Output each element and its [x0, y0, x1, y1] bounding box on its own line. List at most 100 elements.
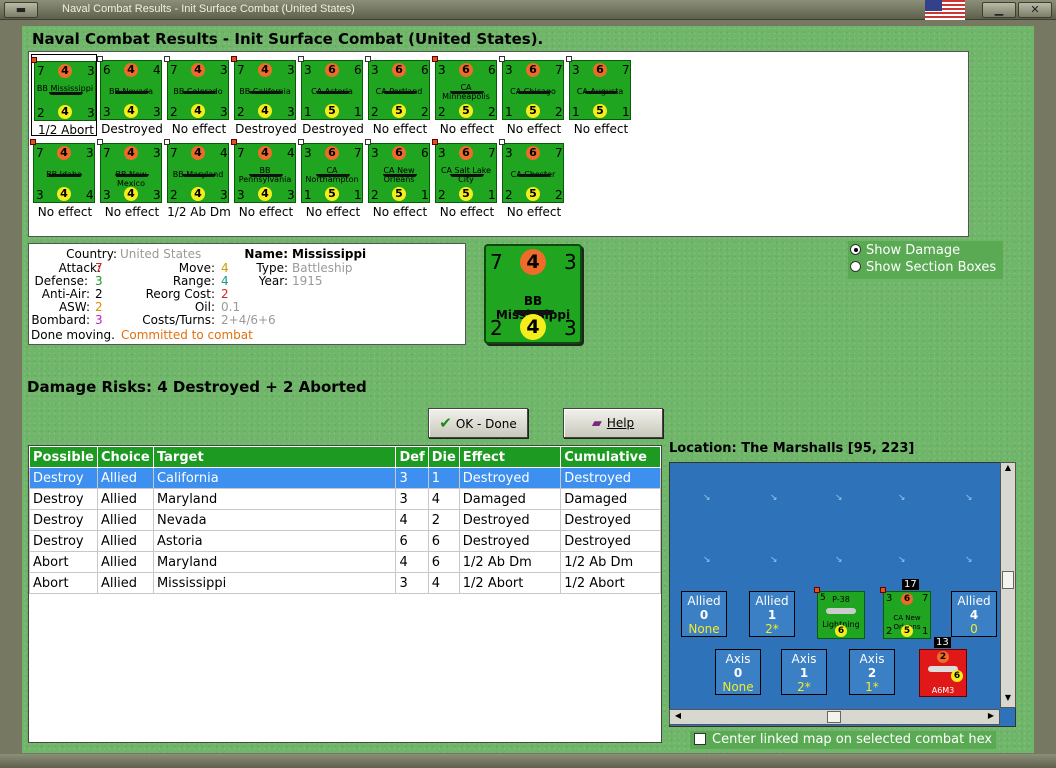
costs-value: 2+4/6+6 — [221, 313, 276, 327]
p38-counter[interactable]: 5P-38Lightning6 — [814, 587, 865, 639]
unit-counter[interactable]: 366CA Astoria151 — [298, 56, 363, 120]
unit-cell[interactable]: 366CA Portland252No effect — [365, 54, 434, 136]
axis-group[interactable]: Axis 0 None — [715, 649, 761, 695]
ca-stack-counter[interactable]: 37216CA New Orleans5 — [880, 587, 931, 639]
map-vertical-scrollbar[interactable]: ▲ ▼ — [1000, 462, 1016, 708]
counter-asw: 2 — [555, 105, 563, 119]
counter-move: 5 — [593, 104, 607, 118]
minimize-button[interactable]: ▁ — [982, 2, 1016, 18]
scroll-thumb[interactable] — [1002, 571, 1014, 589]
column-header[interactable]: Target — [152, 446, 397, 468]
table-row[interactable]: Destroy Allied Astoria 6 6 Destroyed Destroyed — [29, 530, 661, 552]
unit-counter[interactable]: 744BB Maryland243 — [164, 139, 229, 203]
table-cell: Destroy — [29, 467, 98, 489]
unit-cell[interactable]: 744BB Maryland2431/2 Ab Dm — [164, 137, 233, 219]
counter-defense: 4 — [520, 249, 546, 275]
group-status: None — [688, 622, 720, 636]
scroll-right-icon[interactable]: ▶ — [985, 711, 997, 723]
allied-group[interactable]: Allied 4 0 — [951, 591, 997, 637]
counter-move: 5 — [526, 104, 540, 118]
unit-cell[interactable]: 3 6 7 CA Northampton 1 5 1 No effect — [298, 137, 367, 219]
close-button[interactable]: ✕ — [1018, 2, 1052, 18]
unit-cell[interactable]: 367CA Augusta151 No effect — [566, 54, 635, 136]
counter-range: 7 — [354, 146, 362, 160]
radio-selected-icon[interactable] — [850, 244, 861, 255]
unit-cell[interactable]: 644BB Nevada343Destroyed — [97, 54, 166, 136]
allied-group[interactable]: Allied 1 2* — [749, 591, 795, 637]
table-cell: 2 — [427, 509, 460, 531]
unit-cell[interactable]: 743BB Colorado243No effect — [164, 54, 233, 136]
table-row[interactable]: Destroy Allied Maryland 3 4 Damaged Damaged — [29, 488, 661, 510]
table-cell: Allied — [96, 509, 154, 531]
unit-counter[interactable]: 7 4 4 BB Pennsylvania 3 4 3 — [231, 139, 296, 203]
scroll-down-icon[interactable]: ▼ — [1002, 693, 1014, 705]
scroll-h-thumb[interactable] — [827, 711, 841, 723]
center-map-label: Center linked map on selected combat hex — [712, 732, 993, 747]
map-horizontal-scrollbar[interactable]: ◀ ▶ — [669, 709, 1000, 725]
axis-group[interactable]: Axis 1 2* — [781, 649, 827, 695]
unit-counter[interactable]: 367CA Chester252 — [499, 139, 564, 203]
counter-asw: 1 — [354, 105, 362, 119]
table-cell: 4 — [395, 509, 429, 531]
counter-attack: 3 — [304, 63, 312, 77]
unit-cell[interactable]: 3 6 7 CA Salt Lake City 2 5 1 No effect — [432, 137, 501, 219]
country-value: United States — [120, 247, 202, 261]
table-cell: 1/2 Ab Dm — [560, 551, 661, 573]
counter-aa: 2 — [490, 316, 503, 340]
unit-counter[interactable]: 743BB California243 — [231, 56, 296, 120]
unit-cell[interactable]: 743BB California243Destroyed — [231, 54, 300, 136]
unit-counter[interactable]: 3 6 7 CA Salt Lake City 2 5 1 — [432, 139, 497, 203]
window-menu-button[interactable]: ▬ — [4, 2, 38, 18]
allied-group[interactable]: Allied 0 None — [681, 591, 727, 637]
unit-cell[interactable]: 367CA Chester252No effect — [499, 137, 568, 219]
table-row[interactable]: Destroy Allied California 3 1 Destroyed Destro… — [29, 467, 661, 489]
unit-cell[interactable]: 366CA Astoria151Destroyed — [298, 54, 367, 136]
unit-cell[interactable]: 743BB New Mexico343No effect — [97, 137, 166, 219]
scroll-left-icon[interactable]: ◀ — [672, 711, 684, 723]
unit-cell[interactable]: 3 6 6 CA Minneapolis 2 5 2 No effect — [432, 54, 501, 136]
table-row[interactable]: Destroy Allied Nevada 4 2 Destroyed Destroyed — [29, 509, 661, 531]
unit-result: 1/2 Abort — [38, 123, 94, 137]
unit-counter[interactable]: 7 4 3 BB Mississippi 2 4 3 — [31, 57, 96, 121]
wind-arrow-icon: ↘ — [898, 555, 906, 565]
combat-map[interactable]: ↘ ↘ ↘ ↘ ↘ ↘ ↘ ↘ ↘ ↘ Allied 0 None Allied 1 2* Allied 4 0 Ax… — [669, 462, 1016, 727]
unit-counter[interactable]: 3 6 6 CA New Orleans 2 5 1 — [365, 139, 430, 203]
show-damage-option[interactable]: Show Damage — [850, 243, 960, 259]
column-header[interactable]: Effect — [458, 446, 562, 468]
unit-cell[interactable]: 7 4 3 BB Mississippi 2 4 3 1/2 Abort — [31, 54, 97, 137]
show-section-boxes-option[interactable]: Show Section Boxes — [850, 260, 996, 276]
group-count: 2 — [867, 666, 877, 680]
radio-icon[interactable] — [850, 261, 861, 272]
column-header[interactable]: Cumulative — [560, 446, 661, 468]
table-row[interactable]: Abort Allied Mississippi 3 4 1/2 Abort 1/2 Abo… — [29, 572, 661, 594]
unit-counter[interactable]: 644BB Nevada343 — [97, 56, 162, 120]
unit-result: No effect — [573, 122, 629, 136]
unit-counter[interactable]: 743BB Idaho344 — [30, 139, 95, 203]
column-header[interactable]: Choice — [96, 446, 154, 468]
table-row[interactable]: Abort Allied Maryland 4 6 1/2 Ab Dm 1/2 Ab Dm — [29, 551, 661, 573]
counter-move: 4 — [520, 314, 546, 340]
unit-counter[interactable]: 367CA Augusta151 — [566, 56, 631, 120]
ok-done-button[interactable]: ✔ OK - Done — [428, 408, 528, 438]
unit-cell[interactable]: 7 4 4 BB Pennsylvania 3 4 3 No effect — [231, 137, 300, 219]
unit-cell[interactable]: 743BB Idaho344No effect — [30, 137, 99, 219]
unit-counter[interactable]: 743BB Colorado243 — [164, 56, 229, 120]
unit-cell[interactable]: 367CA Chicago152No effect — [499, 54, 568, 136]
column-header[interactable]: Possible — [29, 446, 98, 468]
unit-cell[interactable]: 3 6 6 CA New Orleans 2 5 1 No effect — [365, 137, 434, 219]
counter-asw: 3 — [153, 105, 161, 119]
unit-counter[interactable]: 3 6 7 CA Northampton 1 5 1 — [298, 139, 363, 203]
center-map-option[interactable]: Center linked map on selected combat hex — [690, 731, 996, 749]
unit-counter[interactable]: 367CA Chicago152 — [499, 56, 564, 120]
axis-group[interactable]: Axis 2 1* — [849, 649, 895, 695]
column-header[interactable]: Def — [395, 446, 429, 468]
axis-stack-counter[interactable]: 2 6 A6M3 — [919, 649, 967, 697]
table-cell: 4 — [427, 572, 460, 594]
center-map-checkbox[interactable] — [694, 733, 706, 745]
unit-counter[interactable]: 366CA Portland252 — [365, 56, 430, 120]
unit-counter[interactable]: 743BB New Mexico343 — [97, 139, 162, 203]
column-header[interactable]: Die — [427, 446, 460, 468]
help-button[interactable]: ▰ Help — [563, 408, 663, 438]
scroll-up-icon[interactable]: ▲ — [1002, 463, 1014, 475]
unit-counter[interactable]: 3 6 6 CA Minneapolis 2 5 2 — [432, 56, 497, 120]
